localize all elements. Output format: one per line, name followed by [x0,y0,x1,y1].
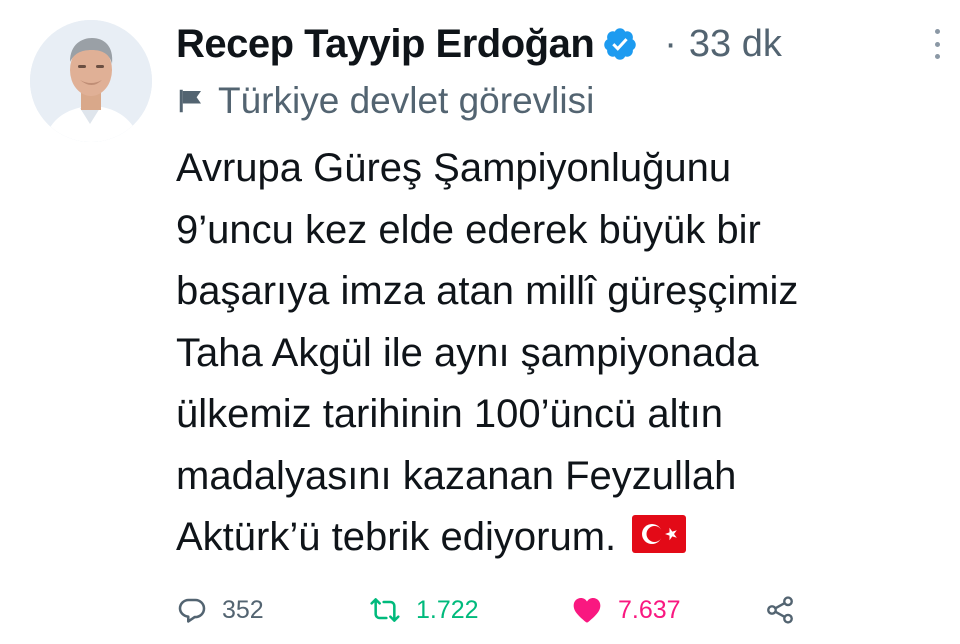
tweet-text-line: Aktürk’ü tebrik ediyorum. [176,515,617,559]
share-button[interactable] [764,585,796,635]
separator-dot: · [664,22,677,65]
retweet-button[interactable]: 1.722 [368,585,479,635]
tweet-text-line: Avrupa Güreş Şampiyonluğunu [176,146,732,190]
like-button[interactable]: 7.637 [570,585,681,635]
tweet-text-last-line: Aktürk’ü tebrik ediyorum. [176,507,946,569]
more-options-icon[interactable] [930,29,944,59]
reply-button[interactable]: 352 [176,585,264,635]
author-name[interactable]: Recep Tayyip Erdoğan [176,22,595,67]
heart-icon [570,594,604,626]
verified-badge-icon [602,26,638,62]
tweet-text-line: 9’uncu kez elde ederek büyük bir [176,207,761,252]
account-label: Türkiye devlet görevlisi [176,76,594,126]
tweet-text: Avrupa Güreş Şampiyonluğunu 9’uncu kez e… [176,138,946,569]
tweet-text-line: ülkemiz tarihinin 100’üncü altın [176,392,723,436]
tweet-timestamp[interactable]: 33 dk [689,23,782,66]
like-count: 7.637 [618,595,681,624]
reply-icon [176,594,208,626]
share-icon [764,594,796,626]
account-label-text: Türkiye devlet görevlisi [218,80,595,121]
retweet-count: 1.722 [416,595,479,624]
reply-count: 352 [222,595,264,624]
tweet-text-line: madalyasını kazanan Feyzullah [176,453,737,498]
author-avatar[interactable] [30,20,152,142]
tweet-header: Recep Tayyip Erdoğan · 33 dk [176,14,944,74]
tweet-text-line: Taha Akgül ile aynı şampiyonada [176,330,759,375]
flag-icon [176,86,206,116]
tweet-text-line: başarıya imza atan millî güreşçimiz [176,269,799,313]
tweet-actions: 352 1.722 7.637 [176,585,816,635]
turkey-flag-icon [632,515,687,553]
retweet-icon [368,594,402,626]
